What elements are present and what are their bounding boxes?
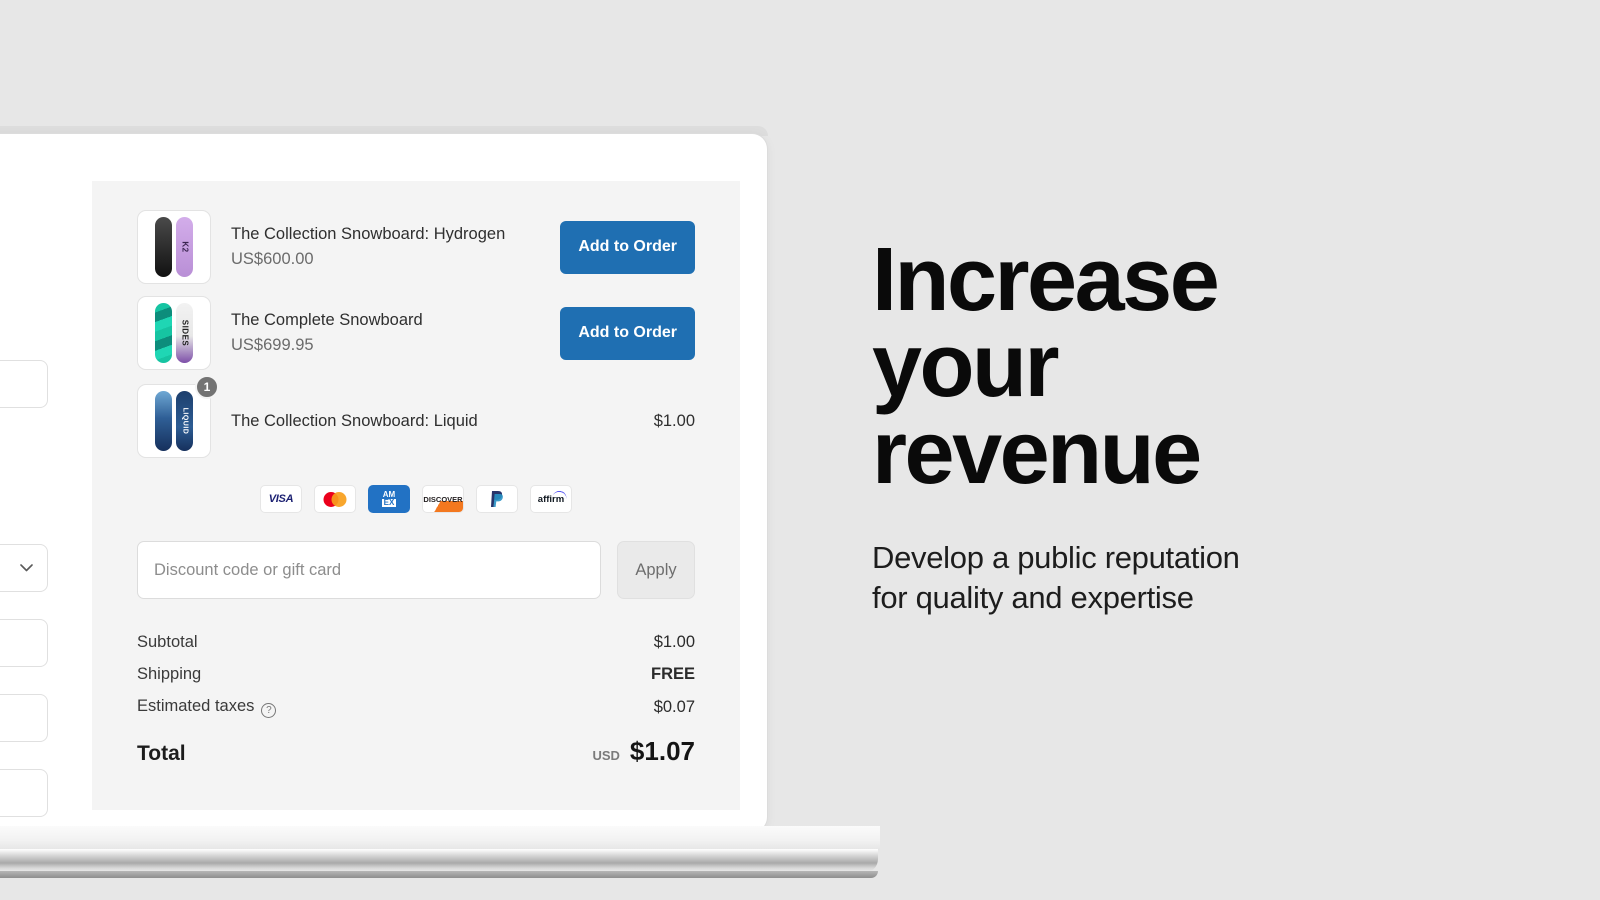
product-thumbnail: K2 bbox=[137, 210, 211, 284]
mastercard-icon bbox=[314, 485, 356, 513]
discount-code-input[interactable] bbox=[137, 541, 601, 599]
shipping-label: Shipping bbox=[137, 665, 202, 683]
snowboard-graphic: LIQUID bbox=[176, 391, 193, 451]
subtotal-value: $1.00 bbox=[653, 633, 695, 651]
grand-total-right: USD $1.07 bbox=[592, 736, 695, 767]
marketing-subheadline: Develop a public reputation for quality … bbox=[872, 540, 1240, 616]
laptop-foot bbox=[0, 871, 878, 878]
estimated-taxes-label: Estimated taxes bbox=[137, 697, 255, 715]
product-line-price: $1.00 bbox=[653, 411, 695, 430]
product-title: The Complete Snowboard bbox=[231, 311, 423, 330]
discount-row: Apply bbox=[137, 541, 695, 599]
snowboard-graphic: K2 bbox=[176, 217, 193, 277]
product-thumbnail-wrap: SIDES bbox=[137, 296, 213, 370]
marketing-headline: Increase your revenue bbox=[872, 230, 1220, 503]
laptop-base bbox=[0, 849, 878, 873]
product-info: The Collection Snowboard: Liquid bbox=[213, 410, 640, 432]
edge-form-field-2[interactable] bbox=[0, 619, 48, 667]
grand-total-currency: USD bbox=[592, 748, 620, 763]
edge-form-field-4[interactable] bbox=[0, 769, 48, 817]
snowboard-graphic bbox=[155, 217, 172, 277]
mastercard-circles bbox=[323, 491, 347, 507]
snowboard-graphic bbox=[155, 391, 172, 451]
shipping-row: Shipping FREE bbox=[137, 665, 695, 684]
product-price: US$699.95 bbox=[231, 335, 314, 354]
board-brand-label: LIQUID bbox=[181, 407, 188, 435]
add-to-order-button[interactable]: Add to Order bbox=[560, 220, 695, 274]
discover-icon: DISCOVER bbox=[422, 485, 464, 513]
product-info: The Complete Snowboard US$699.95 bbox=[213, 309, 560, 356]
product-thumbnail-wrap: LIQUID 1 bbox=[137, 375, 219, 458]
edge-form-field-1[interactable] bbox=[0, 360, 48, 408]
marketing-block: Increase your revenue Develop a public r… bbox=[872, 230, 1492, 619]
amex-label-ex: EX bbox=[381, 498, 397, 507]
product-info: The Collection Snowboard: Hydrogen US$60… bbox=[213, 223, 560, 270]
paypal-icon bbox=[476, 485, 518, 513]
estimated-taxes-label-wrap: Estimated taxes? bbox=[137, 697, 277, 718]
grand-total-value: $1.07 bbox=[629, 736, 695, 766]
screenshot-stage: K2 The Collection Snowboard: Hydrogen US… bbox=[0, 0, 1600, 900]
edge-form-field-3[interactable] bbox=[0, 694, 48, 742]
product-row: K2 The Collection Snowboard: Hydrogen US… bbox=[137, 209, 695, 285]
estimated-taxes-value: $0.07 bbox=[653, 698, 695, 716]
help-circle-icon[interactable]: ? bbox=[261, 703, 277, 718]
amex-icon: AM EX bbox=[368, 485, 410, 513]
product-title: The Collection Snowboard: Liquid bbox=[231, 411, 478, 430]
affirm-icon: affirm bbox=[530, 485, 572, 513]
product-row: LIQUID 1 The Collection Snowboard: Liqui… bbox=[137, 375, 695, 459]
subtotal-label: Subtotal bbox=[137, 633, 198, 651]
product-thumbnail-wrap: K2 bbox=[137, 210, 213, 284]
estimated-taxes-row: Estimated taxes? $0.07 bbox=[137, 697, 695, 718]
quantity-badge: 1 bbox=[195, 375, 219, 399]
visa-label: VISA bbox=[268, 493, 294, 505]
product-title: The Collection Snowboard: Hydrogen bbox=[231, 225, 506, 244]
product-price: US$600.00 bbox=[231, 249, 314, 268]
chevron-down-icon bbox=[20, 559, 33, 577]
board-brand-label: K2 bbox=[180, 241, 189, 253]
product-row: SIDES The Complete Snowboard US$699.95 A… bbox=[137, 295, 695, 371]
order-summary-card: K2 The Collection Snowboard: Hydrogen US… bbox=[92, 181, 740, 810]
visa-icon: VISA bbox=[260, 485, 302, 513]
paypal-glyph bbox=[491, 491, 503, 507]
snowboard-graphic bbox=[155, 303, 172, 363]
apply-discount-button[interactable]: Apply bbox=[617, 541, 695, 599]
payment-methods: VISA AM EX DISCOVER affirm bbox=[137, 485, 695, 513]
grand-total-row: Total USD $1.07 bbox=[137, 736, 695, 767]
product-thumbnail: SIDES bbox=[137, 296, 211, 370]
grand-total-label: Total bbox=[137, 742, 186, 765]
subtotal-row: Subtotal $1.00 bbox=[137, 633, 695, 652]
snowboard-graphic: SIDES bbox=[176, 303, 193, 363]
shipping-value: FREE bbox=[650, 665, 695, 683]
edge-form-field-dropdown[interactable] bbox=[0, 544, 48, 592]
add-to-order-button[interactable]: Add to Order bbox=[560, 306, 695, 360]
board-brand-label: SIDES bbox=[180, 319, 189, 347]
discover-label: DISCOVER bbox=[423, 494, 463, 504]
